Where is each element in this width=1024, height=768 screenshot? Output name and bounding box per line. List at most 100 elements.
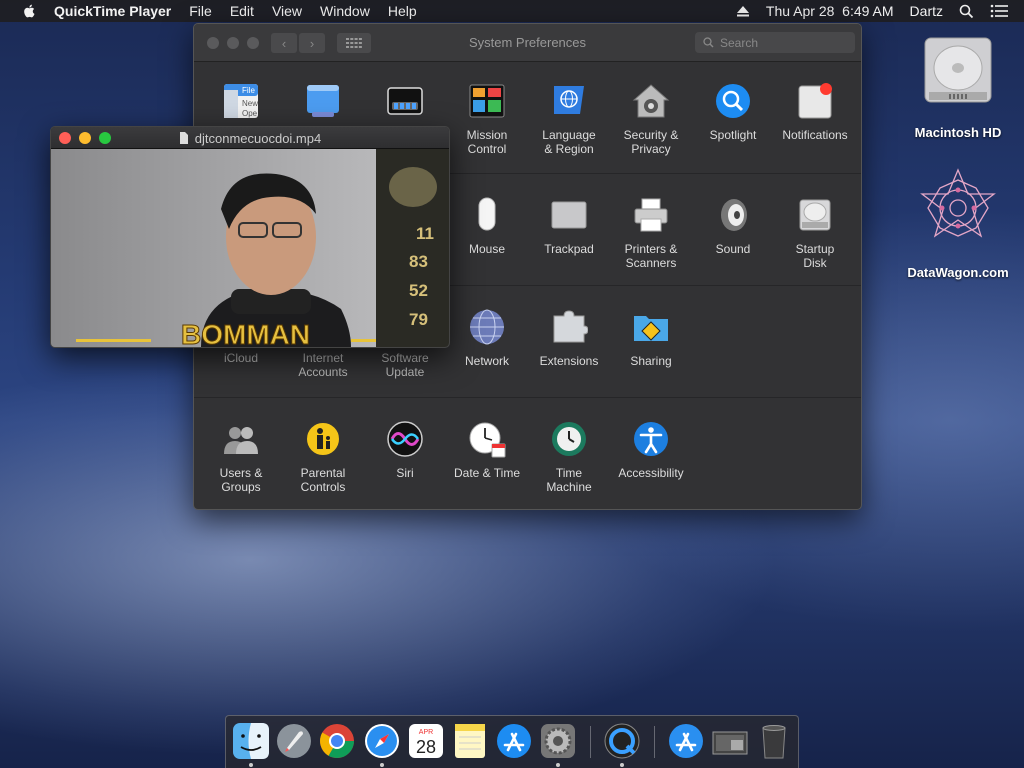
network-globe-icon: [470, 309, 504, 345]
pref-label: Trackpad: [544, 242, 594, 256]
pref-startup-disk[interactable]: Startup Disk: [774, 196, 856, 270]
pref-sound[interactable]: Sound: [692, 196, 774, 256]
dock-screenshots[interactable]: [711, 722, 749, 760]
menu-view[interactable]: View: [272, 3, 302, 19]
qt-filename: djtconmecuocdoi.mp4: [194, 131, 322, 146]
pref-language-region[interactable]: Language & Region: [528, 82, 610, 156]
menu-file[interactable]: File: [189, 3, 212, 19]
apple-icon[interactable]: [20, 3, 40, 19]
desktop-icon-macintosh-hd[interactable]: Macintosh HD: [898, 32, 1018, 140]
calendar-icon: APR28: [409, 724, 443, 758]
pref-spotlight[interactable]: Spotlight: [692, 82, 774, 142]
pref-label: Extensions: [539, 354, 599, 368]
notification-center-icon[interactable]: [990, 4, 1008, 18]
video-frame[interactable]: 11 83 52 79 BOMMAN: [51, 149, 449, 347]
dock-quicktime[interactable]: [603, 722, 641, 760]
menu-edit[interactable]: Edit: [230, 3, 254, 19]
pref-security-privacy[interactable]: Security & Privacy: [610, 82, 692, 156]
dock-notes[interactable]: [451, 722, 489, 760]
menu-bar: QuickTime Player File Edit View Window H…: [0, 0, 1024, 22]
sharing-folder-icon: [634, 316, 668, 341]
pref-siri[interactable]: Siri: [364, 420, 446, 480]
datawagon-star-icon: [920, 168, 996, 238]
startup-disk-icon: [799, 199, 831, 231]
flag-globe-icon: [554, 86, 584, 114]
pref-label: Spotlight: [709, 128, 757, 142]
running-indicator: [249, 763, 253, 767]
pref-trackpad[interactable]: Trackpad: [528, 196, 610, 256]
pref-parental-controls[interactable]: Parental Controls: [282, 420, 364, 494]
eject-icon[interactable]: [736, 5, 750, 17]
menu-app-name[interactable]: QuickTime Player: [54, 3, 171, 19]
pref-time-machine[interactable]: Time Machine: [528, 420, 610, 494]
notifications-icon: [798, 83, 832, 119]
dock-separator: [654, 726, 655, 758]
menu-window[interactable]: Window: [320, 3, 370, 19]
pref-date-time[interactable]: Date & Time: [446, 420, 528, 480]
menu-user[interactable]: Dartz: [910, 3, 943, 19]
search-input[interactable]: Search: [695, 32, 855, 53]
running-indicator: [556, 763, 560, 767]
desktop-icon-datawagon[interactable]: DataWagon.com: [898, 168, 1018, 280]
pref-sharing[interactable]: Sharing: [610, 308, 692, 368]
pref-extensions[interactable]: Extensions: [528, 308, 610, 368]
dock-finder[interactable]: [232, 722, 270, 760]
pref-label: Software Update: [381, 351, 429, 379]
screenshot-stack-icon: [712, 731, 748, 755]
pref-printers-scanners[interactable]: Printers & Scanners: [610, 196, 692, 270]
pref-mission-control[interactable]: Mission Control: [446, 82, 528, 156]
dock-system-preferences[interactable]: [539, 722, 577, 760]
menu-help[interactable]: Help: [388, 3, 417, 19]
sp-titlebar[interactable]: ‹ › System Preferences Search: [194, 24, 861, 62]
app-store-downloads-icon: [669, 724, 703, 758]
quicktime-icon: [604, 723, 640, 759]
pref-general[interactable]: File New Ope: [200, 82, 282, 128]
dock-safari[interactable]: [363, 722, 401, 760]
pref-accessibility[interactable]: Accessibility: [610, 420, 692, 480]
pref-network[interactable]: Network: [446, 308, 528, 368]
running-indicator: [380, 763, 384, 767]
calendar-day: 28: [416, 737, 436, 757]
dock-launchpad[interactable]: [275, 722, 313, 760]
pref-label: Users & Groups: [219, 466, 263, 494]
dock: APR 28: [225, 715, 799, 768]
pref-users-groups[interactable]: Users & Groups: [200, 420, 282, 494]
speaker-icon: [721, 199, 747, 231]
app-store-icon: [497, 724, 531, 758]
pref-label: Siri: [396, 466, 414, 480]
search-placeholder: Search: [720, 35, 759, 50]
desktop-screensaver-icon: [307, 85, 339, 117]
hard-drive-icon: [924, 37, 992, 103]
pref-label: Time Machine: [546, 466, 592, 494]
dock-calendar[interactable]: APR 28: [407, 722, 445, 760]
pref-notifications[interactable]: Notifications: [774, 82, 856, 142]
dock-app-store[interactable]: [495, 722, 533, 760]
dock-downloads[interactable]: [667, 722, 705, 760]
pref-mouse[interactable]: Mouse: [446, 196, 528, 256]
safari-compass-icon: [365, 724, 399, 758]
running-indicator: [620, 763, 624, 767]
pref-label: Language & Region: [542, 128, 596, 156]
dock-trash[interactable]: [755, 722, 793, 760]
pref-label: Accessibility: [618, 466, 684, 480]
general-icon-open: Ope: [242, 109, 258, 118]
desktop-icon-label: Macintosh HD: [914, 125, 1002, 140]
printer-icon: [634, 198, 668, 232]
dock-chrome[interactable]: [318, 722, 356, 760]
pref-dock[interactable]: [364, 82, 446, 128]
search-icon: [703, 37, 714, 48]
pref-label: Sharing: [630, 354, 672, 368]
document-icon: [179, 132, 188, 144]
pref-label: Sound: [715, 242, 751, 256]
users-icon: [224, 427, 258, 454]
parental-controls-icon: [305, 421, 341, 457]
pref-desktop-screensaver[interactable]: [282, 82, 364, 128]
chrome-icon: [320, 724, 354, 758]
spotlight-icon[interactable]: [959, 4, 974, 19]
mission-control-icon: [469, 84, 505, 118]
pref-row-system: Users & Groups Parental Controls Siri Da…: [194, 398, 861, 509]
menu-clock[interactable]: Thu Apr 28 6:49 AM: [766, 3, 894, 19]
qt-titlebar[interactable]: djtconmecuocdoi.mp4: [51, 127, 449, 149]
rocket-icon: [277, 724, 311, 758]
pref-label: Date & Time: [453, 466, 521, 480]
